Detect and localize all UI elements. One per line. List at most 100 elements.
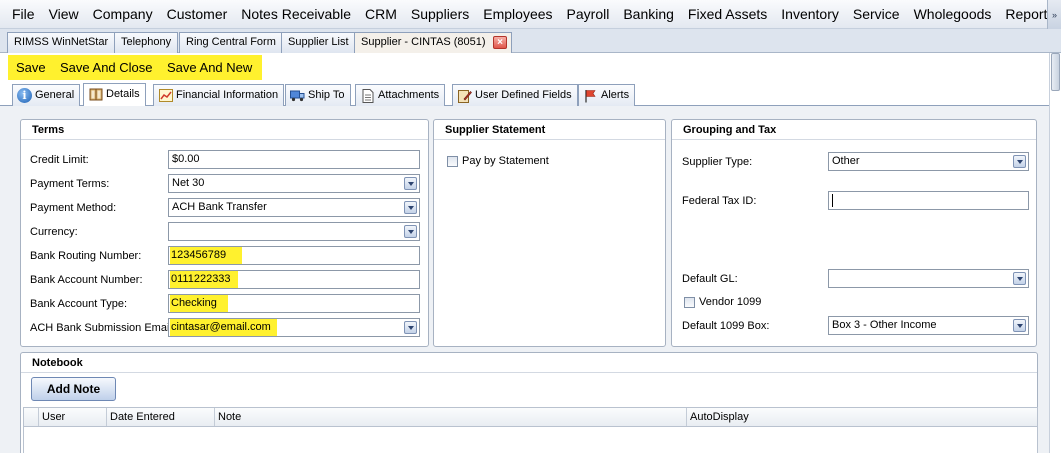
credit-limit-field[interactable]: $0.00 — [168, 150, 420, 169]
supplier-type-value: Other — [832, 155, 860, 167]
payment-method-select[interactable]: ACH Bank Transfer — [168, 198, 420, 217]
double-chevron-right-icon[interactable]: » — [1047, 0, 1061, 29]
payment-method-label: Payment Method: — [30, 202, 117, 214]
tab-financial-information[interactable]: Financial Information — [153, 84, 285, 106]
supplier-statement-panel: Supplier Statement Pay by Statement — [433, 119, 666, 347]
column-date-entered[interactable]: Date Entered — [106, 408, 214, 426]
scrollbar-thumb[interactable] — [1051, 53, 1060, 91]
menu-view[interactable]: View — [42, 0, 86, 29]
menu-fixed-assets[interactable]: Fixed Assets — [681, 0, 774, 29]
details-content: Terms Credit Limit: $0.00 Payment Terms:… — [0, 106, 1049, 453]
truck-icon — [290, 88, 305, 103]
bank-routing-label: Bank Routing Number: — [30, 250, 142, 262]
doc-tab-telephony[interactable]: Telephony — [114, 32, 179, 53]
supplier-statement-title: Supplier Statement — [434, 120, 665, 140]
menu-wholegoods[interactable]: Wholegoods — [907, 0, 999, 29]
notes-grid-header: User Date Entered Note AutoDisplay — [23, 407, 1038, 427]
supplier-type-label: Supplier Type: — [682, 156, 753, 168]
menu-suppliers[interactable]: Suppliers — [404, 0, 476, 29]
notes-grid-body[interactable] — [23, 427, 1038, 453]
bank-account-field[interactable]: 0111222333 — [168, 270, 420, 289]
payment-method-value: ACH Bank Transfer — [172, 201, 267, 213]
vertical-scrollbar[interactable] — [1049, 53, 1061, 453]
currency-select[interactable] — [168, 222, 420, 241]
payment-terms-select[interactable]: Net 30 — [168, 174, 420, 193]
notebook-title: Notebook — [21, 353, 1037, 373]
chevron-down-icon[interactable] — [404, 225, 417, 238]
toolbar: Save Save And Close Save And New — [0, 53, 1061, 82]
ach-email-value: cintasar@email.com — [170, 319, 277, 336]
default-gl-select[interactable] — [828, 269, 1029, 288]
ach-email-select[interactable]: cintasar@email.com — [168, 318, 420, 337]
federal-tax-id-label: Federal Tax ID: — [682, 195, 757, 207]
menu-notes-receivable[interactable]: Notes Receivable — [234, 0, 358, 29]
chevron-down-icon[interactable] — [1013, 155, 1026, 168]
text-cursor — [832, 194, 833, 207]
menu-employees[interactable]: Employees — [476, 0, 559, 29]
flag-icon — [583, 88, 598, 103]
doc-tab-rimss-winnetstar[interactable]: RIMSS WinNetStar — [7, 32, 116, 53]
doc-tab-label: Ring Central Form — [186, 36, 276, 48]
tab-details[interactable]: Details — [83, 83, 146, 106]
doc-tab-label: Supplier - CINTAS (8051) — [361, 36, 486, 48]
default-1099-box-value: Box 3 - Other Income — [832, 319, 937, 331]
terms-panel: Terms Credit Limit: $0.00 Payment Terms:… — [20, 119, 429, 347]
federal-tax-id-field[interactable] — [828, 191, 1029, 210]
add-note-button[interactable]: Add Note — [31, 377, 116, 401]
doc-tab-label: Supplier List — [288, 36, 349, 48]
save-and-close-button[interactable]: Save And Close — [60, 55, 153, 80]
chevron-down-icon[interactable] — [404, 201, 417, 214]
default-1099-box-label: Default 1099 Box: — [682, 320, 770, 332]
tab-attachments[interactable]: Attachments — [355, 84, 446, 106]
column-note[interactable]: Note — [214, 408, 686, 426]
chevron-down-icon[interactable] — [404, 321, 417, 334]
tab-label: Details — [106, 88, 140, 100]
chevron-down-icon[interactable] — [1013, 319, 1026, 332]
bank-account-type-value: Checking — [170, 295, 228, 312]
default-1099-box-select[interactable]: Box 3 - Other Income — [828, 316, 1029, 335]
menu-payroll[interactable]: Payroll — [560, 0, 617, 29]
save-button[interactable]: Save — [16, 55, 46, 80]
menu-crm[interactable]: CRM — [358, 0, 404, 29]
tab-user-defined-fields[interactable]: User Defined Fields — [452, 84, 578, 106]
bank-account-value: 0111222333 — [170, 271, 238, 288]
tab-general[interactable]: i General — [12, 84, 81, 106]
currency-label: Currency: — [30, 226, 78, 238]
menu-company[interactable]: Company — [86, 0, 160, 29]
menu-service[interactable]: Service — [846, 0, 907, 29]
chevron-down-icon[interactable] — [404, 177, 417, 190]
doc-tab-supplier-cintas[interactable]: Supplier - CINTAS (8051) × — [354, 32, 512, 54]
doc-tab-ring-central-form[interactable]: Ring Central Form — [179, 32, 283, 53]
pay-by-statement-label: Pay by Statement — [462, 155, 549, 167]
tab-label: Alerts — [601, 89, 630, 101]
column-user[interactable]: User — [38, 408, 106, 426]
doc-tab-label: RIMSS WinNetStar — [14, 36, 109, 48]
info-icon: i — [17, 88, 32, 103]
column-autodisplay[interactable]: AutoDisplay — [686, 408, 774, 426]
book-icon — [88, 87, 103, 102]
menu-customer[interactable]: Customer — [160, 0, 235, 29]
bank-account-type-field[interactable]: Checking — [168, 294, 420, 313]
credit-limit-value: $0.00 — [172, 153, 200, 165]
doc-tab-label: Telephony — [121, 36, 172, 48]
menu-file[interactable]: File — [0, 0, 42, 29]
bank-routing-field[interactable]: 123456789 — [168, 246, 420, 265]
supplier-type-select[interactable]: Other — [828, 152, 1029, 171]
chart-icon — [158, 88, 173, 103]
grouping-tax-title: Grouping and Tax — [672, 120, 1036, 140]
chevron-down-icon[interactable] — [1013, 272, 1026, 285]
menu-inventory[interactable]: Inventory — [774, 0, 846, 29]
vendor-1099-checkbox[interactable] — [684, 297, 695, 308]
tab-ship-to[interactable]: Ship To — [285, 84, 351, 106]
form-edit-icon — [457, 88, 472, 103]
menu-banking[interactable]: Banking — [616, 0, 681, 29]
bank-routing-value: 123456789 — [170, 247, 242, 264]
document-icon — [360, 88, 375, 103]
doc-tab-supplier-list[interactable]: Supplier List — [281, 32, 356, 53]
ach-email-label: ACH Bank Submission Email: — [30, 322, 175, 334]
section-tab-strip: i General Details Financial Information … — [0, 82, 1049, 106]
save-and-new-button[interactable]: Save And New — [167, 55, 252, 80]
tab-alerts[interactable]: Alerts — [578, 84, 636, 106]
pay-by-statement-checkbox[interactable] — [447, 156, 458, 167]
close-icon[interactable]: × — [493, 36, 507, 49]
